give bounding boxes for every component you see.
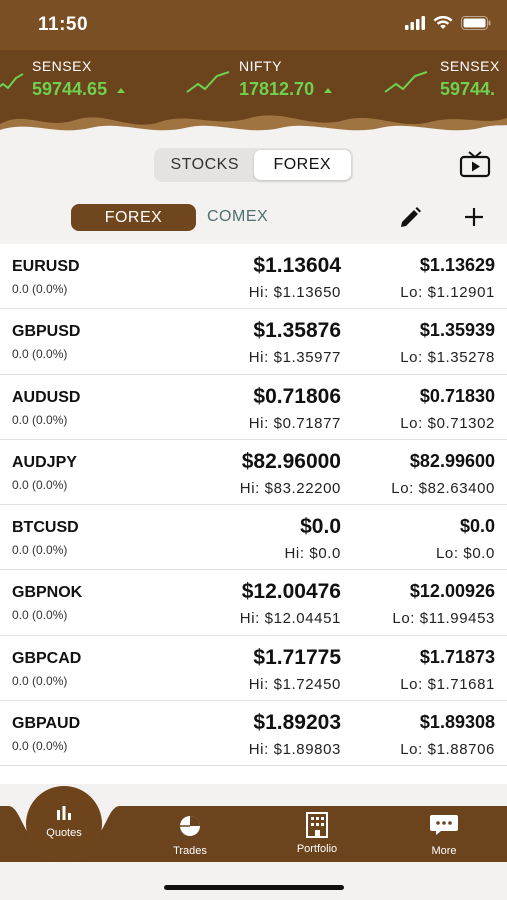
quote-change: 0.0 (0.0%) — [12, 739, 68, 754]
tab-label: Portfolio — [296, 843, 338, 855]
quote-low: Lo: $82.63400 — [391, 479, 495, 497]
home-indicator[interactable] — [164, 885, 344, 890]
quote-symbol: GBPNOK — [12, 584, 83, 602]
quote-low: Lo: $0.71302 — [400, 414, 495, 432]
quote-symbol: GBPAUD — [12, 715, 81, 733]
tab-portfolio[interactable]: Portfolio — [286, 812, 348, 855]
tab-trades[interactable]: Trades — [160, 814, 220, 857]
quote-high: Hi: $1.89803 — [248, 741, 341, 759]
market-segment-control[interactable]: STOCKS FOREX — [154, 148, 353, 182]
quote-bid: $12.00476 — [241, 580, 341, 604]
pencil-icon[interactable] — [397, 205, 423, 231]
quote-bid: $1.35876 — [253, 319, 341, 343]
quote-row[interactable]: GBPNOK 0.0 (0.0%) $12.00476 $12.00926 Hi… — [0, 570, 507, 636]
quote-row[interactable]: GBPCAD 0.0 (0.0%) $1.71775 $1.71873 Hi: … — [0, 636, 507, 702]
ticker-wave — [0, 115, 507, 136]
quote-bid: $0.71806 — [253, 384, 341, 408]
quote-ask: $1.89308 — [419, 712, 495, 733]
quote-row[interactable]: AUDJPY 0.0 (0.0%) $82.96000 $82.99600 Hi… — [0, 440, 507, 506]
quote-bid: $1.13604 — [253, 254, 341, 277]
quote-symbol: GBPCAD — [12, 649, 82, 667]
quote-change: 0.0 (0.0%) — [12, 673, 68, 688]
quote-change: 0.0 (0.0%) — [12, 477, 68, 492]
signal-icon — [405, 16, 425, 30]
segment-forex[interactable]: FOREX — [253, 150, 351, 180]
quote-low: Lo: $1.71681 — [400, 675, 495, 693]
quote-bid: $82.96000 — [241, 449, 341, 473]
quote-symbol: BTCUSD — [12, 519, 79, 537]
quote-symbol: GBPUSD — [12, 323, 81, 341]
quote-ask: $1.71873 — [419, 646, 495, 667]
quote-high: Hi: $83.22200 — [239, 479, 341, 497]
quote-change: 0.0 (0.0%) — [12, 543, 68, 558]
quote-ask: $0.0 — [459, 516, 495, 537]
quote-high: Hi: $1.13650 — [248, 284, 341, 301]
status-time: 11:50 — [38, 14, 89, 35]
quote-low: Lo: $1.35278 — [400, 349, 495, 367]
quote-low: Lo: $0.0 — [435, 545, 495, 563]
quote-high: Hi: $12.04451 — [239, 610, 341, 628]
quote-change: 0.0 (0.0%) — [12, 412, 68, 427]
building-icon — [306, 812, 328, 838]
quote-row[interactable]: EURUSD 0.0 (0.0%) $1.13604 $1.13629 Hi: … — [0, 244, 507, 310]
bottom-tab-bar: Quotes Trades Portfolio More — [0, 784, 507, 866]
quote-bid: $1.71775 — [253, 645, 341, 669]
ticker-item-sensex-2: SENSEX 59744. — [440, 58, 500, 99]
quote-ask: $1.35939 — [419, 320, 495, 341]
quote-symbol: AUDUSD — [12, 388, 81, 406]
quote-symbol: AUDJPY — [12, 453, 77, 471]
quote-change: 0.0 (0.0%) — [12, 347, 68, 362]
quote-change: 0.0 (0.0%) — [12, 282, 68, 296]
ticker-trend-icon — [0, 73, 24, 90]
tab-quotes[interactable]: Quotes — [26, 786, 102, 862]
up-arrow-icon — [324, 87, 333, 93]
plus-icon[interactable] — [462, 205, 486, 229]
up-arrow-icon — [117, 87, 126, 93]
ticker-trend-icon — [186, 71, 230, 93]
quote-row[interactable]: AUDUSD 0.0 (0.0%) $0.71806 $0.71830 Hi: … — [0, 375, 507, 440]
quote-ask: $12.00926 — [409, 581, 495, 602]
quote-bid: $1.89203 — [253, 711, 341, 735]
tab-label: Quotes — [46, 827, 82, 839]
ticker-item-sensex: SENSEX 59744.65 — [32, 58, 126, 100]
quote-list[interactable]: EURUSD 0.0 (0.0%) $1.13604 $1.13629 Hi: … — [0, 244, 507, 784]
quote-ask: $0.71830 — [419, 385, 495, 406]
quote-high: Hi: $1.35977 — [248, 349, 341, 367]
tv-icon[interactable] — [459, 150, 491, 178]
quote-change: 0.0 (0.0%) — [12, 608, 68, 623]
chat-bubble-icon — [430, 815, 458, 835]
quote-ask: $82.99600 — [409, 450, 495, 471]
status-bar: 11:50 — [0, 0, 507, 50]
battery-icon — [461, 16, 491, 30]
subtab-forex[interactable]: FOREX — [71, 204, 196, 231]
tab-label: Trades — [173, 845, 207, 857]
tab-more[interactable]: More — [414, 814, 474, 857]
quote-ask: $1.13629 — [419, 255, 495, 275]
quote-low: Lo: $11.99453 — [392, 610, 495, 628]
quote-high: Hi: $1.72450 — [248, 675, 341, 693]
subtab-comex[interactable]: COMEX — [207, 208, 268, 226]
ticker-item-nifty: NIFTY 17812.70 — [239, 58, 333, 100]
quote-low: Lo: $1.12901 — [400, 284, 495, 301]
quote-low: Lo: $1.88706 — [400, 741, 495, 759]
quote-high: Hi: $0.71877 — [248, 414, 341, 432]
quote-bid: $0.0 — [300, 515, 341, 539]
quote-symbol: EURUSD — [12, 258, 80, 275]
quote-row[interactable]: GBPAUD 0.0 (0.0%) $1.89203 $1.89308 Hi: … — [0, 701, 507, 767]
index-ticker[interactable]: SENSEX 59744.65 NIFTY 17812.70 SENSEX 59… — [0, 50, 507, 136]
tab-label: More — [431, 845, 457, 857]
bar-chart-icon — [57, 806, 71, 820]
quote-high: Hi: $0.0 — [284, 545, 341, 563]
pie-chart-icon — [180, 816, 200, 836]
segment-stocks[interactable]: STOCKS — [156, 150, 254, 180]
wifi-icon — [433, 16, 453, 29]
status-icons — [405, 16, 491, 30]
quote-row[interactable]: GBPUSD 0.0 (0.0%) $1.35876 $1.35939 Hi: … — [0, 309, 507, 375]
quote-row[interactable]: BTCUSD 0.0 (0.0%) $0.0 $0.0 Hi: $0.0 Lo:… — [0, 505, 507, 571]
ticker-trend-icon — [384, 71, 428, 93]
